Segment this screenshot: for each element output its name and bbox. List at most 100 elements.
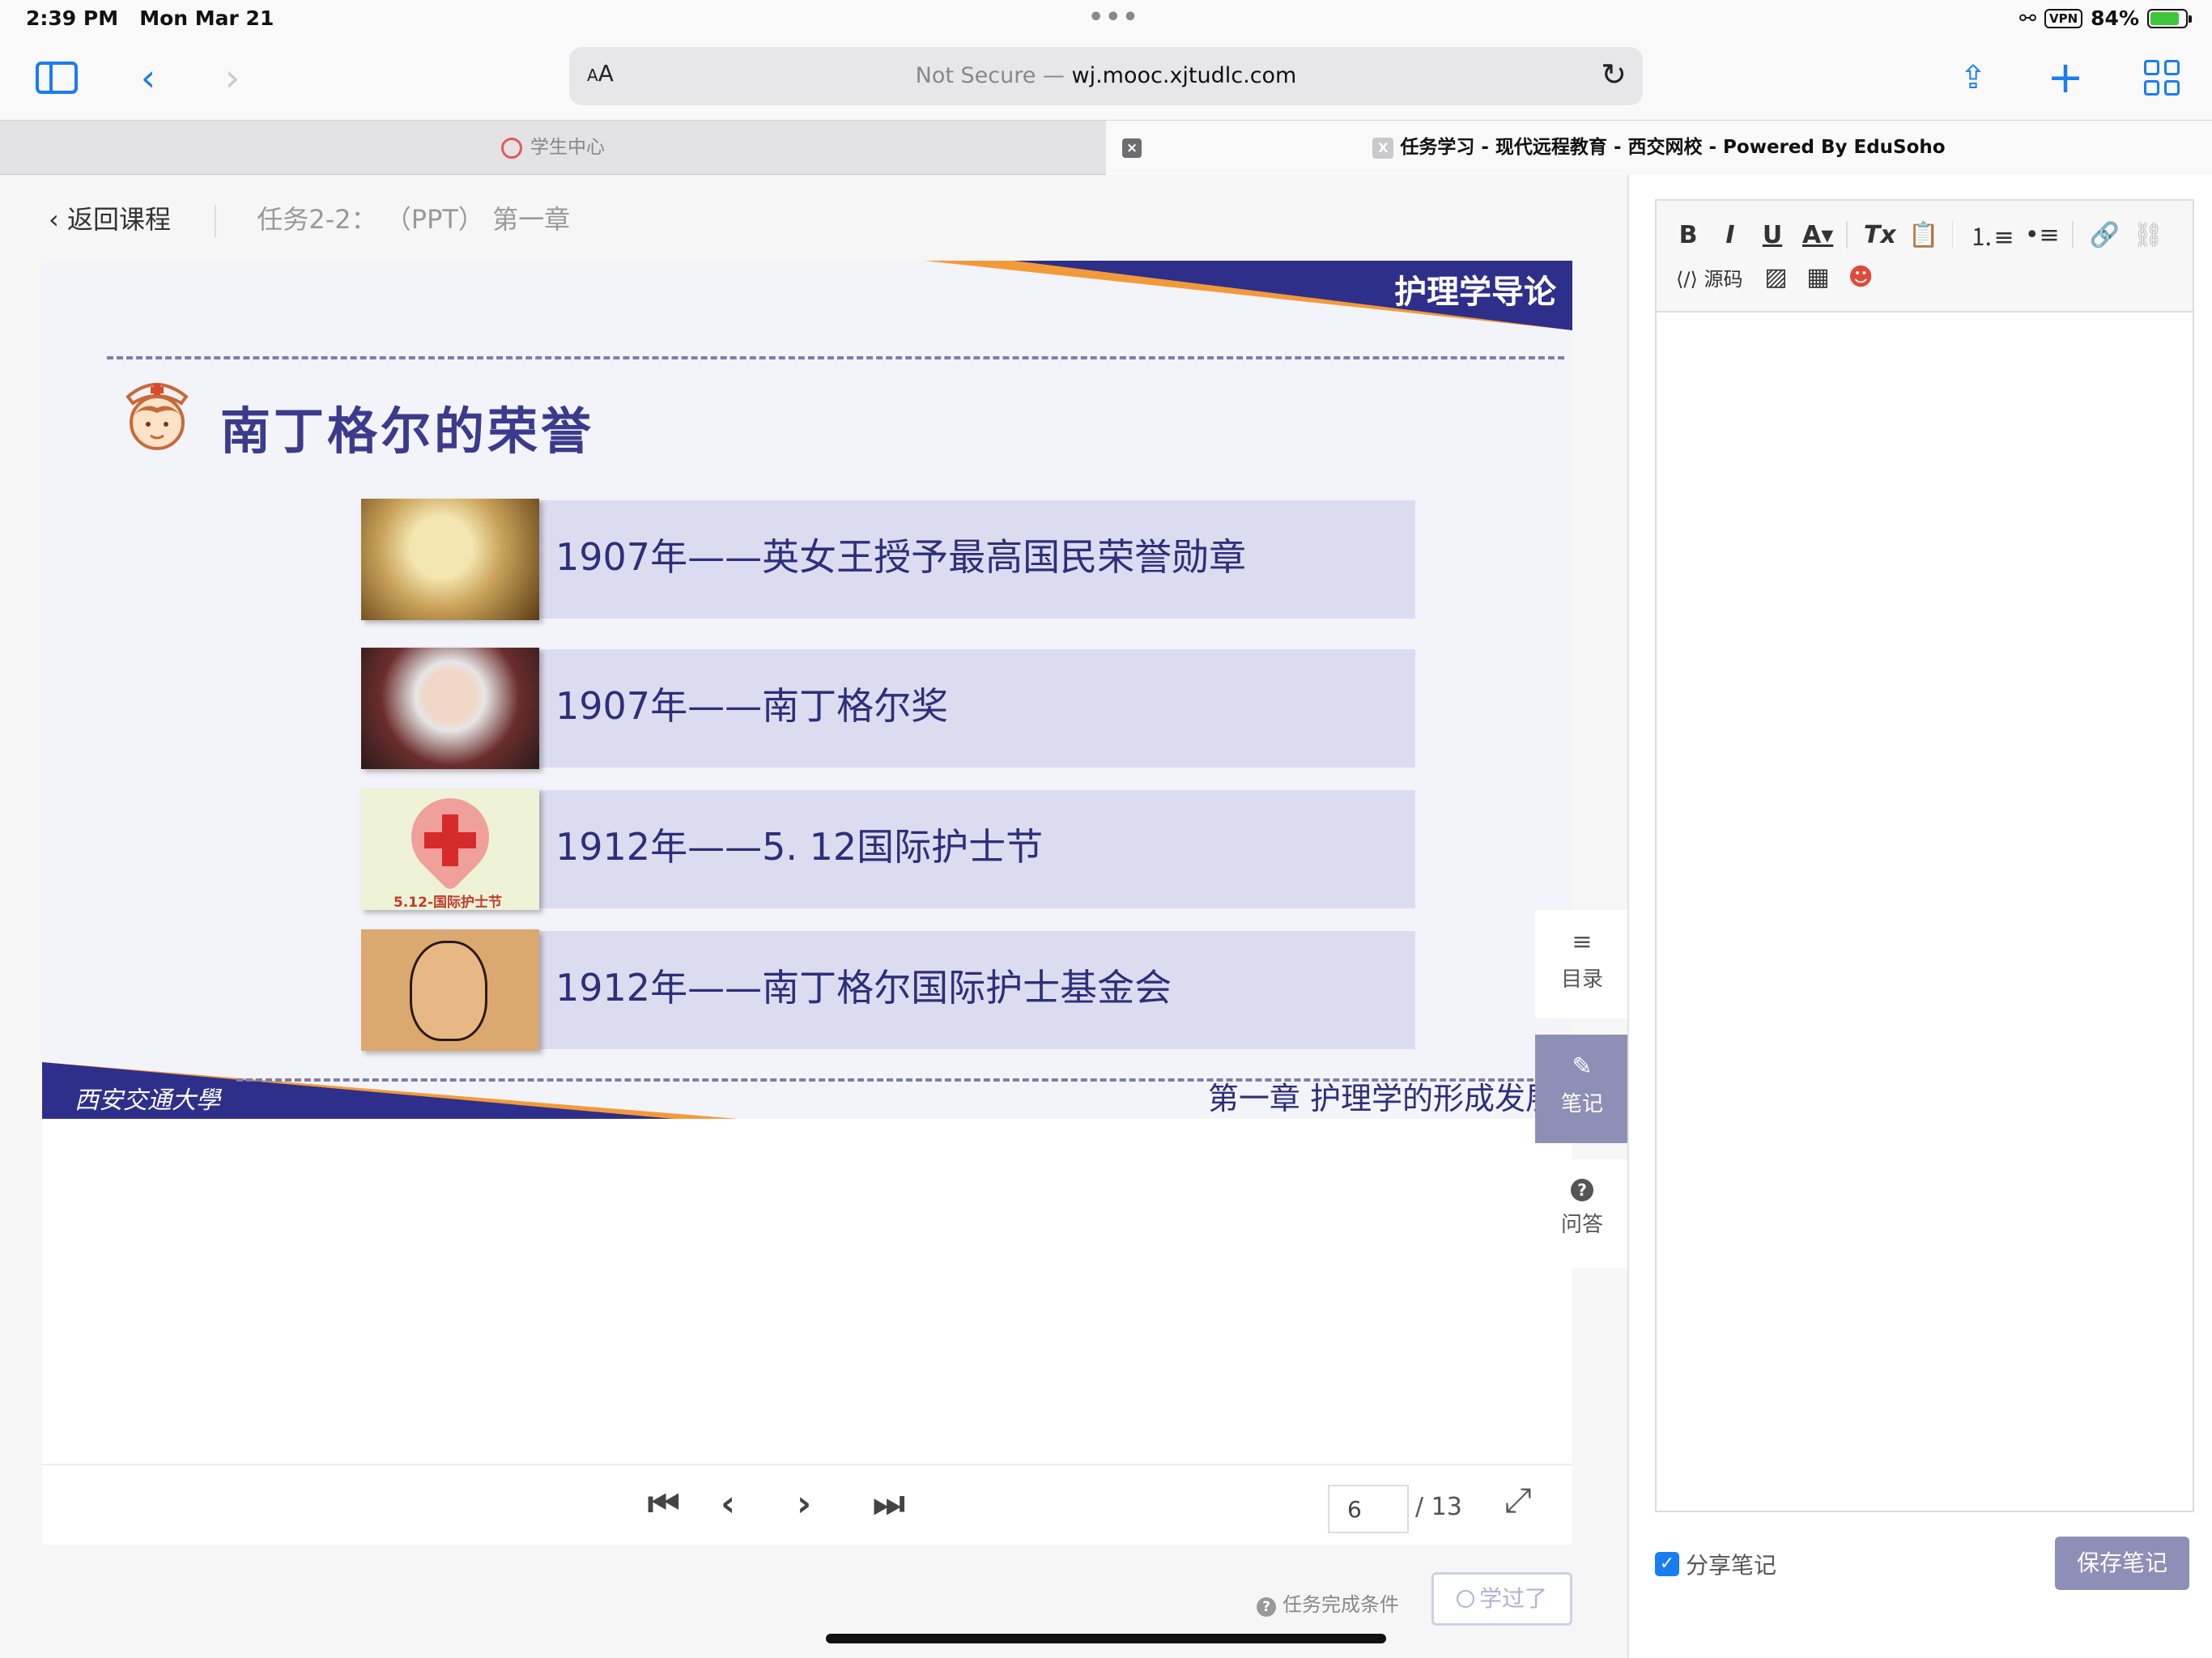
nurse-icon: [125, 383, 189, 450]
next-page-icon[interactable]: ›: [797, 1483, 811, 1524]
favicon-icon: X: [1372, 137, 1394, 159]
close-tab-icon[interactable]: ×: [1122, 138, 1142, 158]
battery-percent: 84%: [2091, 6, 2139, 30]
circle-icon: [1456, 1590, 1474, 1608]
note-editor: B I U A▾ Tx 📋 ⒈≡ •≡ 🔗 ⛓ ⟨/⟩ 源码 ▨ ▦ ☻: [1655, 199, 2194, 1512]
home-indicator[interactable]: [826, 1634, 1386, 1643]
notes-button[interactable]: ✎ 笔记: [1535, 1035, 1629, 1143]
note-text-area[interactable]: [1657, 312, 2193, 1511]
red-cross-bar: [424, 832, 476, 848]
page-number-input[interactable]: 6: [1328, 1485, 1409, 1533]
honor-item: 5.12-国际护士节 1912年——5. 12国际护士节: [361, 782, 1415, 911]
link-icon[interactable]: 🔗: [2090, 221, 2120, 249]
last-page-icon[interactable]: ⏭: [873, 1483, 905, 1524]
toolbar-divider: [1951, 221, 1954, 249]
image-icon[interactable]: ▨: [1763, 263, 1788, 291]
first-page-icon[interactable]: ⏮: [648, 1483, 680, 1524]
bold-icon[interactable]: B: [1676, 221, 1700, 249]
honor-text: 1912年——5. 12国际护士节: [555, 825, 1044, 869]
tab-bar: 学生中心 × X 任务学习 - 现代远程教育 - 西交网校 - Powered B…: [0, 120, 2212, 175]
toc-label: 目录: [1560, 967, 1603, 992]
list-icon: ≡: [1572, 928, 1593, 956]
new-tab-icon[interactable]: +: [2037, 53, 2094, 102]
completion-condition-link[interactable]: ? 任务完成条件: [1257, 1588, 1399, 1617]
honor-image: [361, 499, 539, 620]
toolbar-divider: [2071, 221, 2074, 249]
honor-image: [361, 648, 539, 769]
underline-icon[interactable]: U: [1760, 221, 1784, 249]
back-icon[interactable]: ‹: [120, 53, 177, 102]
notes-label: 笔记: [1560, 1092, 1603, 1116]
chevron-left-icon: ‹: [49, 204, 59, 235]
font-color-icon[interactable]: A▾: [1802, 221, 1833, 249]
emoji-icon[interactable]: ☻: [1848, 263, 1873, 291]
bulleted-list-icon[interactable]: •≡: [2025, 221, 2060, 249]
page-total: / 13: [1415, 1493, 1462, 1521]
qa-label: 问答: [1560, 1213, 1603, 1237]
divider: [107, 356, 1564, 359]
course-name: 护理学导论: [1394, 274, 1556, 311]
share-note-label: 分享笔记: [1686, 1552, 1777, 1579]
chapter-label: 第一章 护理学的形成发展: [1207, 1081, 1556, 1116]
sidebar-toggle-icon[interactable]: [36, 62, 78, 94]
honor-item: 1907年——英女王授予最高国民荣誉勋章: [361, 499, 1415, 620]
tab-overview-icon[interactable]: [2144, 60, 2180, 96]
paste-text-icon[interactable]: 📋: [1908, 221, 1938, 249]
side-toolbar: ≡ 目录 ✎ 笔记 ? 问答: [1535, 910, 1629, 1284]
task-title: 任务2-2： （PPT） 第一章: [257, 204, 571, 235]
unlink-icon[interactable]: ⛓: [2133, 221, 2163, 249]
mark-learned-button[interactable]: 学过了: [1431, 1572, 1572, 1626]
link-icon: ⚯: [2019, 6, 2036, 30]
tab-student-center[interactable]: 学生中心: [0, 121, 1106, 175]
source-code-button[interactable]: ⟨/⟩ 源码: [1676, 263, 1742, 291]
qa-button[interactable]: ? 问答: [1535, 1159, 1629, 1268]
prev-page-icon[interactable]: ‹: [721, 1483, 735, 1524]
battery-icon: [2147, 8, 2192, 28]
slide: 护理学导论 南丁格尔的荣誉 1907年——英女王授予最高国民荣誉勋章 1907年…: [42, 261, 1572, 1119]
vpn-badge: VPN: [2044, 8, 2083, 28]
status-time: 2:39 PM Mon Mar 21: [26, 6, 274, 30]
honor-text: 1907年——南丁格尔奖: [555, 684, 949, 728]
honor-text: 1907年——英女王授予最高国民荣誉勋章: [555, 535, 1247, 579]
reload-icon[interactable]: ↻: [1601, 57, 1627, 92]
browser-toolbar: ‹ › AA Not Secure — wj.mooc.xjtudlc.com …: [0, 39, 2212, 120]
toolbar-divider: [1846, 221, 1848, 249]
tab-task-learning[interactable]: × X 任务学习 - 现代远程教育 - 西交网校 - Powered By Edu…: [1106, 121, 2212, 175]
pager: ⏮ ‹ › ⏭ 6 / 13 ⤢: [42, 1464, 1572, 1545]
question-icon: ?: [1571, 1179, 1593, 1201]
breadcrumb: ‹ 返回课程 任务2-2： （PPT） 第一章: [49, 199, 570, 237]
favicon-icon: [501, 137, 522, 159]
honor-item: 1912年——南丁格尔国际护士基金会: [361, 929, 1415, 1051]
honor-text: 1912年——南丁格尔国际护士基金会: [555, 966, 1172, 1010]
checkmark-icon: ✓: [1655, 1552, 1679, 1576]
share-icon[interactable]: ⇪: [1945, 53, 2001, 102]
address-bar[interactable]: AA Not Secure — wj.mooc.xjtudlc.com ↻: [569, 47, 1643, 105]
university-logo: 西安交通大學: [74, 1086, 220, 1115]
task-page: ‹ 返回课程 任务2-2： （PPT） 第一章 护理学导论 南丁格尔的荣誉 19…: [0, 175, 1629, 1658]
divider: [215, 205, 217, 237]
url-text[interactable]: Not Secure — wj.mooc.xjtudlc.com: [569, 63, 1643, 88]
toc-button[interactable]: ≡ 目录: [1535, 910, 1629, 1018]
clear-format-icon[interactable]: Tx: [1864, 221, 1896, 249]
honor-image: 5.12-国际护士节: [361, 782, 539, 911]
editor-toolbar: B I U A▾ Tx 📋 ⒈≡ •≡ 🔗 ⛓ ⟨/⟩ 源码 ▨ ▦ ☻: [1657, 201, 2193, 312]
honor-image: [361, 929, 539, 1051]
fullscreen-icon[interactable]: ⤢: [1504, 1480, 1532, 1520]
image-caption: 5.12-国际护士节: [393, 895, 502, 911]
save-note-button[interactable]: 保存笔记: [2055, 1537, 2189, 1590]
table-icon[interactable]: ▦: [1806, 263, 1830, 291]
numbered-list-icon[interactable]: ⒈≡: [1969, 217, 2014, 253]
honor-item: 1907年——南丁格尔奖: [361, 648, 1415, 769]
back-to-course-link[interactable]: ‹ 返回课程: [49, 204, 171, 235]
share-note-checkbox[interactable]: ✓ 分享笔记: [1655, 1548, 1776, 1580]
pencil-icon: ✎: [1572, 1052, 1593, 1081]
portrait-sketch: [410, 941, 487, 1041]
multitasking-dots[interactable]: •••: [1088, 3, 1140, 32]
status-bar: 2:39 PM Mon Mar 21 ••• ⚯ VPN 84%: [0, 0, 2212, 39]
ppt-viewer: 护理学导论 南丁格尔的荣誉 1907年——英女王授予最高国民荣誉勋章 1907年…: [42, 261, 1572, 1545]
notes-panel: B I U A▾ Tx 📋 ⒈≡ •≡ 🔗 ⛓ ⟨/⟩ 源码 ▨ ▦ ☻ ✓ 分…: [1627, 175, 2212, 1658]
forward-icon[interactable]: ›: [204, 53, 261, 102]
slide-heading: 南丁格尔的荣誉: [220, 402, 595, 461]
question-icon: ?: [1257, 1597, 1276, 1617]
italic-icon[interactable]: I: [1718, 221, 1742, 249]
